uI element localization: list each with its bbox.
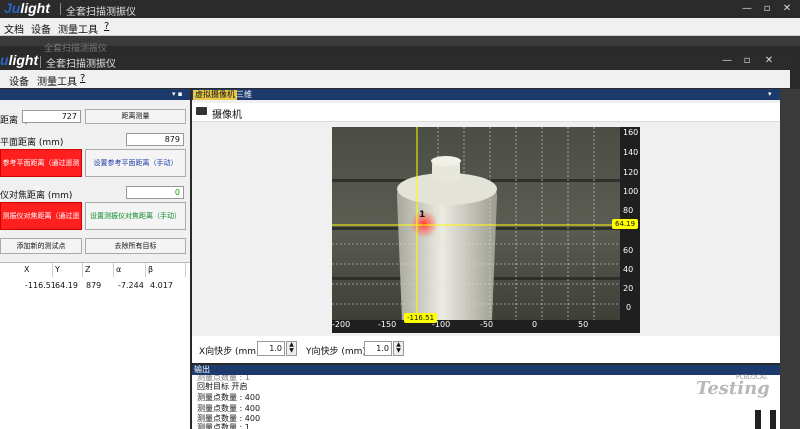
tab-3d[interactable]: 三维 [236,90,252,100]
focus-distance-label: 仪对焦距离 (mm) [0,191,73,201]
right-side-strip [780,89,800,429]
ref-plane-manual-button[interactable]: 设置参考平面距离（手动） [85,149,186,177]
x-tick-label: 0 [532,320,538,329]
table-cell-x[interactable]: -116.51 [25,281,56,290]
table-header-x[interactable]: X [22,263,53,277]
focus-manual-button[interactable]: 设置测振仪对焦距离（手动） [85,202,186,230]
menu-help[interactable]: ? [80,73,85,84]
tab-virtual-camera[interactable]: 虚拟摄像机 [193,90,237,100]
cursor-x-value: -116.51 [404,313,438,323]
x-step-label: X向快步 (mm) [199,347,260,357]
distance-field[interactable]: 727 [22,110,81,123]
back-menu-document[interactable]: 文档 [4,21,24,36]
table-header-z[interactable]: Z [83,263,114,277]
table-header-beta[interactable]: β [146,263,186,277]
y-tick-label: 40 [623,265,634,274]
y-step-input[interactable]: 1.0 [364,341,392,356]
back-window-logo: Julight [4,0,50,16]
watermark-logo: Testing [696,378,770,399]
table-cell-alpha[interactable]: -7.244 [118,281,144,290]
table-header-y[interactable]: Y [53,263,83,277]
table-header-alpha[interactable]: α [114,263,146,277]
front-window-title: 全套扫描测振仪 [46,59,116,70]
output-line: 测量点数量 : 400 [197,393,261,402]
x-tick-label: -50 [480,320,494,329]
focus-distance-field[interactable]: 0 [126,186,184,199]
y-tick-label: 100 [623,187,639,196]
front-window-titlebar [0,52,790,70]
y-step-label: Y向快步 (mm) [306,347,366,357]
camera-icon [196,107,207,115]
back-window-menubar: 文档 设备 测量工具 ? [0,18,800,36]
front-window-menubar: 设备 测量工具 ? [0,70,790,88]
back-restore-button[interactable]: ▫ [760,2,774,16]
table-cell-beta[interactable]: 4.017 [150,281,173,290]
y-tick-label: 160 [623,128,639,137]
left-panel-header: ▾ ▪ [0,89,190,100]
output-line: 回射目标 开启 [197,382,248,391]
camera-title: 摄像机 [212,110,242,121]
right-panel-tabbar [192,89,780,100]
remove-all-targets-button[interactable]: 去除所有目标 [85,238,186,254]
camera-image [332,127,620,320]
y-tick-label: 80 [623,206,634,215]
front-minimize-button[interactable]: — [720,54,734,68]
plane-distance-field[interactable]: 879 [126,133,184,146]
back-close-button[interactable]: ✕ [780,2,794,16]
back-minimize-button[interactable]: — [740,2,754,16]
menu-device[interactable]: 设备 [9,73,29,88]
back-menu-tools[interactable]: 测量工具 [58,21,98,36]
y-tick-label: 60 [623,246,634,255]
focus-auto-button[interactable]: 测振仪对焦距离（通过遥测仪 [0,202,82,246]
plane-distance-label: 平面距离 (mm) [0,138,64,148]
cursor-y-value: 64.19 [612,219,639,229]
back-window-title: 全套扫描测振仪 [66,7,136,18]
front-close-button[interactable]: ✕ [762,54,776,68]
front-window-title-separator [40,56,41,68]
output-scrollbar-2[interactable] [770,410,776,429]
x-tick-label: -150 [378,320,397,329]
back-window-strip [0,36,800,46]
output-log [192,375,780,429]
point-label: 1 [419,210,426,220]
y-tick-label: 0 [626,303,632,312]
x-tick-label: 50 [578,320,589,329]
camera-header [192,103,780,122]
front-window-logo: ulight [0,52,39,68]
back-window-title-separator [60,3,61,15]
front-restore-button[interactable]: ▫ [740,54,754,68]
y-tick-label: 140 [623,148,639,157]
y-tick-label: 120 [623,168,639,177]
back-menu-help[interactable]: ? [104,21,109,32]
back-menu-device[interactable]: 设备 [31,21,51,36]
menu-tools[interactable]: 测量工具 [37,73,77,88]
x-step-input[interactable]: 1.0 [257,341,285,356]
distance-measure-button[interactable]: 距离测量 [85,109,186,124]
x-tick-label: -200 [332,320,351,329]
table-cell-z[interactable]: 879 [86,281,101,290]
add-point-button[interactable]: 添加新的测试点 [0,238,82,254]
x-step-spinner[interactable]: ▲ ▼ [286,341,297,356]
dropdown-icon[interactable]: ▾ [768,90,772,98]
y-tick-label: 20 [623,284,634,293]
table-cell-y[interactable]: 64.19 [55,281,78,290]
camera-view[interactable]: 1 160 140 120 100 80 60 40 20 0 64.19 -2… [332,127,640,333]
output-scrollbar[interactable] [755,410,761,429]
ref-plane-auto-button[interactable]: 参考平面距离（通过遥测仪） [0,149,82,193]
y-step-spinner[interactable]: ▲ ▼ [393,341,404,356]
watermark-sub: PCBLOCAL [736,374,768,381]
pin-icon[interactable]: ▾ ▪ [172,90,182,98]
output-line-cut-bottom: 测量点数量 : 1 [197,423,250,429]
output-header: 输出 [192,365,780,375]
